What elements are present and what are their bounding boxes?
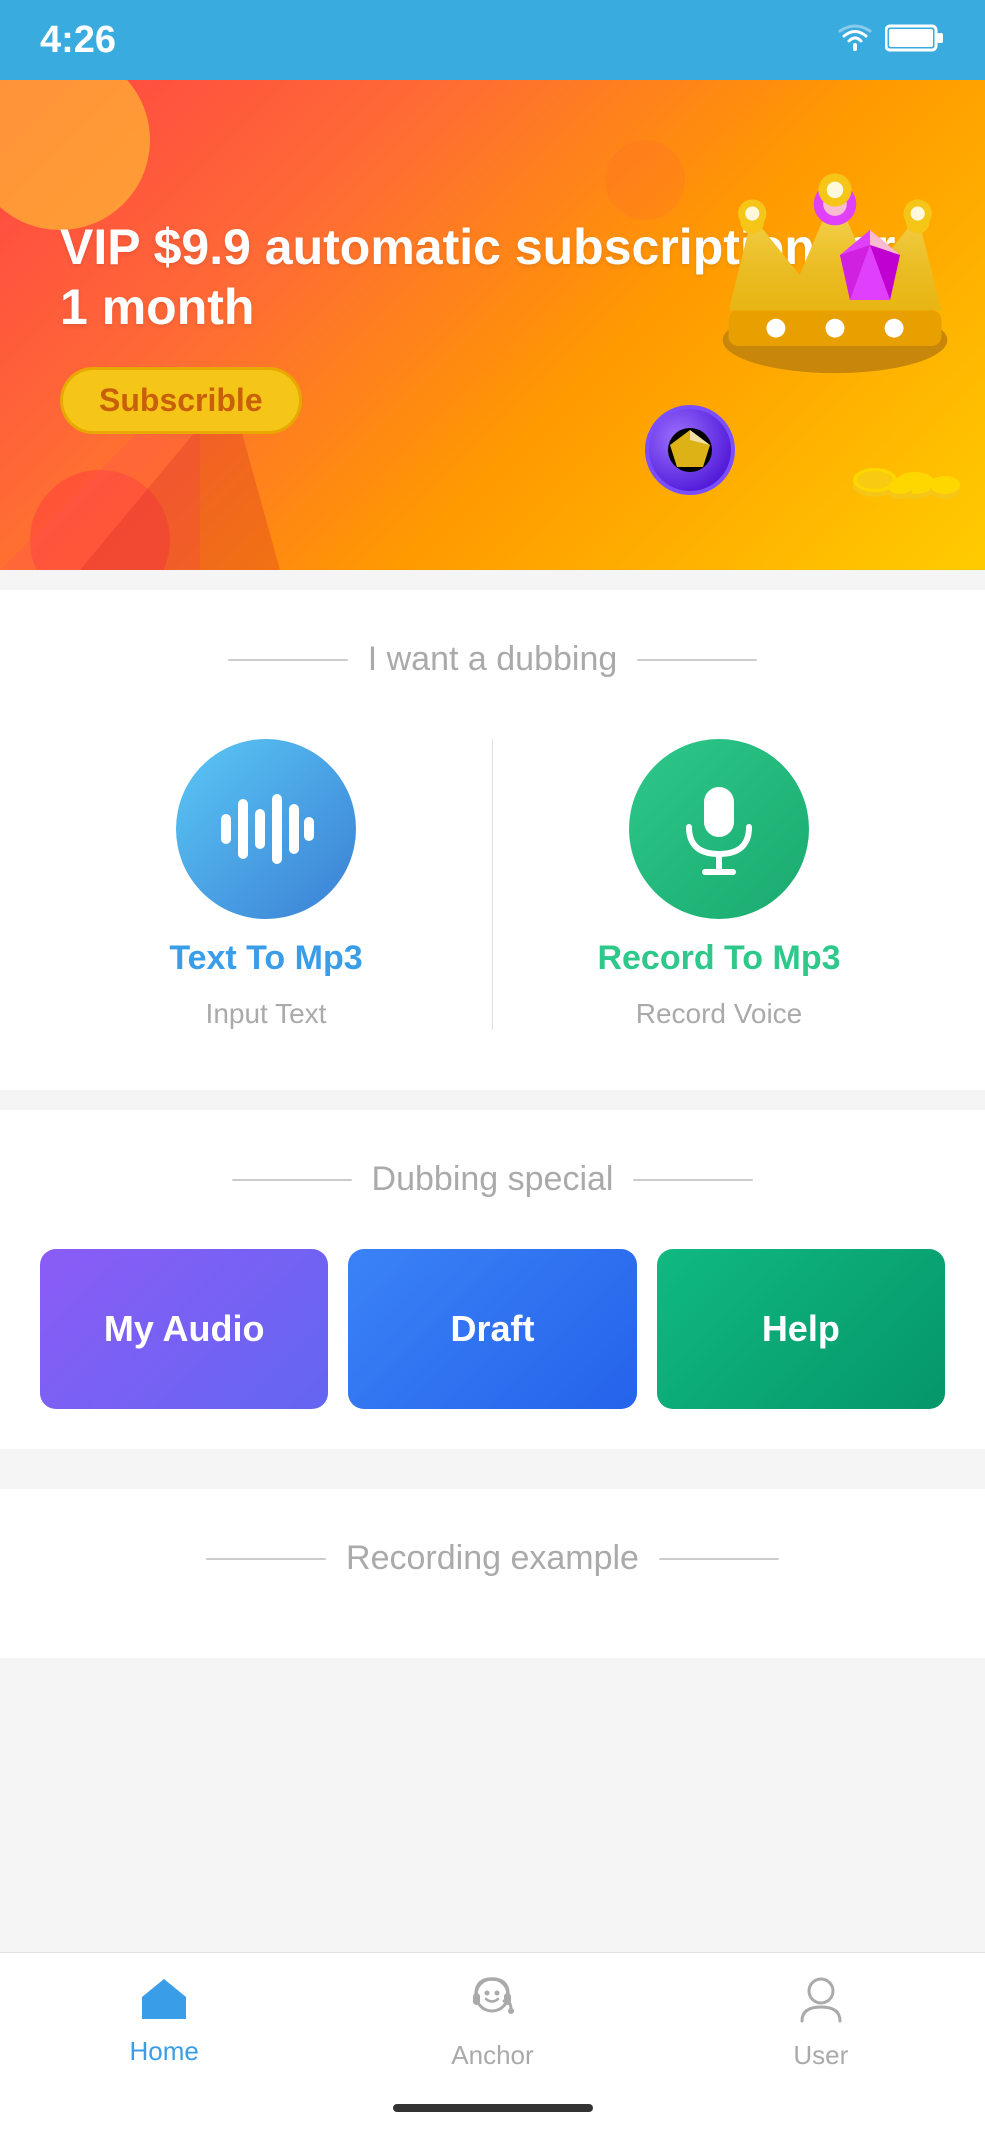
- banner-decoration-circle1: [0, 80, 150, 230]
- text-to-mp3-circle: [176, 739, 356, 919]
- special-section: Dubbing special My Audio Draft Help: [0, 1110, 985, 1449]
- recording-title-line-right: [659, 1558, 779, 1560]
- home-icon: [137, 1973, 191, 2028]
- banner: VIP $9.9 automatic subscription for 1 mo…: [0, 80, 985, 570]
- nav-user[interactable]: User: [657, 1973, 985, 2071]
- special-title-line-left: [232, 1179, 352, 1181]
- dubbing-section-header: I want a dubbing: [40, 640, 945, 679]
- status-time: 4:26: [40, 19, 116, 62]
- text-to-mp3-label: Text To Mp3: [169, 939, 362, 978]
- nav-anchor-label: Anchor: [451, 2040, 533, 2071]
- title-line-left: [228, 659, 348, 661]
- recording-section: Recording example: [0, 1489, 985, 1658]
- coins-decoration: [845, 430, 965, 505]
- status-icons: [837, 23, 945, 58]
- crown-art: [645, 145, 965, 505]
- bottom-home-bar: [393, 2104, 593, 2112]
- dubbing-tools: Text To Mp3 Input Text Record To Mp3 Rec…: [40, 729, 945, 1050]
- nav-home-label: Home: [129, 2036, 198, 2067]
- record-to-mp3-sublabel: Record Voice: [636, 998, 803, 1030]
- recording-section-header: Recording example: [40, 1539, 945, 1578]
- special-section-title: Dubbing special: [372, 1160, 614, 1199]
- help-card[interactable]: Help: [657, 1249, 945, 1409]
- dubbing-section: I want a dubbing Text To Mp3 Input Text: [0, 590, 985, 1090]
- record-to-mp3-circle: [629, 739, 809, 919]
- nav-anchor[interactable]: Anchor: [328, 1973, 656, 2071]
- separator-1: [0, 570, 985, 590]
- nav-home[interactable]: Home: [0, 1973, 328, 2067]
- banner-art: [645, 145, 965, 505]
- recording-title-line-left: [206, 1558, 326, 1560]
- anchor-icon: [465, 1973, 519, 2032]
- nav-user-label: User: [793, 2040, 848, 2071]
- record-to-mp3-tool[interactable]: Record To Mp3 Record Voice: [492, 739, 945, 1030]
- microphone-icon: [674, 779, 764, 879]
- my-audio-label: My Audio: [104, 1308, 265, 1350]
- record-to-mp3-label: Record To Mp3: [597, 939, 840, 978]
- separator-2: [0, 1090, 985, 1110]
- special-cards: My Audio Draft Help: [40, 1249, 945, 1409]
- subscribe-button[interactable]: Subscrible: [60, 367, 302, 434]
- draft-card[interactable]: Draft: [348, 1249, 636, 1409]
- text-to-mp3-tool[interactable]: Text To Mp3 Input Text: [40, 739, 492, 1030]
- recording-section-title: Recording example: [346, 1539, 639, 1578]
- user-icon: [794, 1973, 848, 2032]
- waveform-icon: [216, 789, 316, 869]
- diamond-gem: [835, 225, 905, 310]
- battery-icon: [885, 23, 945, 58]
- title-line-right: [637, 659, 757, 661]
- help-label: Help: [762, 1308, 840, 1350]
- special-section-header: Dubbing special: [40, 1160, 945, 1199]
- draft-label: Draft: [450, 1308, 534, 1350]
- special-title-line-right: [633, 1179, 753, 1181]
- text-to-mp3-sublabel: Input Text: [206, 998, 327, 1030]
- separator-3: [0, 1449, 985, 1469]
- wifi-icon: [837, 23, 873, 58]
- dubbing-section-title: I want a dubbing: [368, 640, 618, 679]
- gem-ball-icon: [645, 405, 735, 495]
- status-bar: 4:26: [0, 0, 985, 80]
- my-audio-card[interactable]: My Audio: [40, 1249, 328, 1409]
